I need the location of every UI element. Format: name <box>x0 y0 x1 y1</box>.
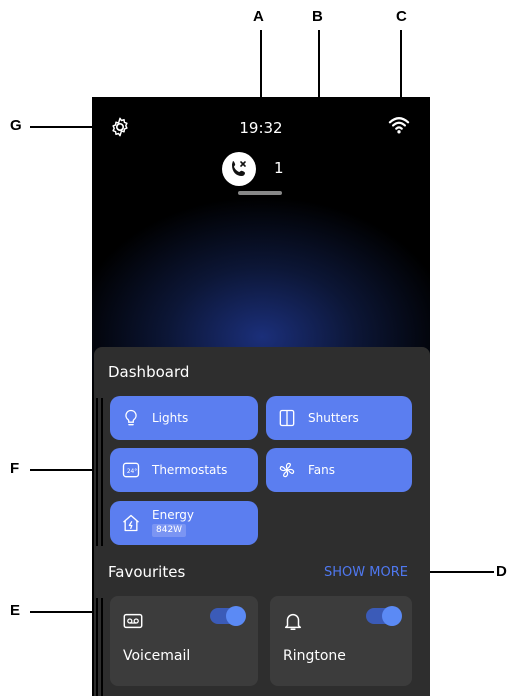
tile-thermostats[interactable]: 24° Thermostats <box>110 448 258 492</box>
favourites-title: Favourites <box>108 563 186 581</box>
favourite-voicemail[interactable]: Voicemail <box>110 596 258 686</box>
thermostat-icon: 24° <box>120 459 142 481</box>
callout-e-line <box>30 611 96 613</box>
lightbulb-icon <box>120 407 142 429</box>
callout-e: E <box>10 602 21 619</box>
shutters-icon <box>276 407 298 429</box>
callout-f: F <box>10 460 20 477</box>
bracket-e-inner <box>101 598 103 696</box>
show-more-link[interactable]: SHOW MORE <box>324 565 408 580</box>
device-screen: 19:32 1 Dashboard Lights Shutters 24° Th… <box>92 97 430 696</box>
tile-energy-text: Energy 842W <box>152 509 194 537</box>
voicemail-toggle-knob <box>226 606 246 626</box>
pull-down-handle[interactable] <box>238 191 282 195</box>
callout-c: C <box>396 8 407 25</box>
wifi-icon <box>388 117 410 134</box>
favourite-ringtone[interactable]: Ringtone <box>270 596 412 686</box>
tile-lights-label: Lights <box>152 411 189 425</box>
callout-d: D <box>496 563 507 580</box>
missed-call-count: 1 <box>274 159 284 177</box>
ringtone-toggle[interactable] <box>366 606 402 626</box>
voicemail-icon <box>123 613 143 629</box>
tile-lights[interactable]: Lights <box>110 396 258 440</box>
clock-time: 19:32 <box>239 119 283 137</box>
callout-a: A <box>253 8 264 25</box>
tile-fans-label: Fans <box>308 463 336 477</box>
tile-fans[interactable]: Fans <box>266 448 412 492</box>
callout-b: B <box>312 8 323 25</box>
tile-shutters[interactable]: Shutters <box>266 396 412 440</box>
bell-icon <box>284 613 302 630</box>
voicemail-toggle[interactable] <box>210 606 246 626</box>
energy-house-icon <box>120 512 142 534</box>
tile-energy-label: Energy <box>152 508 195 522</box>
missed-call-icon <box>232 161 246 176</box>
tile-thermostats-label: Thermostats <box>152 463 228 477</box>
svg-text:24°: 24° <box>127 469 137 475</box>
dashboard-title: Dashboard <box>108 363 190 381</box>
fan-icon <box>276 459 298 481</box>
bracket-f-inner <box>101 398 103 546</box>
missed-call-button[interactable] <box>222 152 256 186</box>
dashboard-panel: Dashboard Lights Shutters 24° Thermostat… <box>94 347 430 696</box>
callout-f-line <box>30 469 96 471</box>
tile-energy[interactable]: Energy 842W <box>110 501 258 545</box>
energy-value-badge: 842W <box>152 524 187 537</box>
ringtone-toggle-knob <box>382 606 402 626</box>
callout-g: G <box>10 117 22 134</box>
voicemail-label: Voicemail <box>123 648 191 664</box>
tile-shutters-label: Shutters <box>308 411 359 425</box>
ringtone-label: Ringtone <box>283 648 346 664</box>
